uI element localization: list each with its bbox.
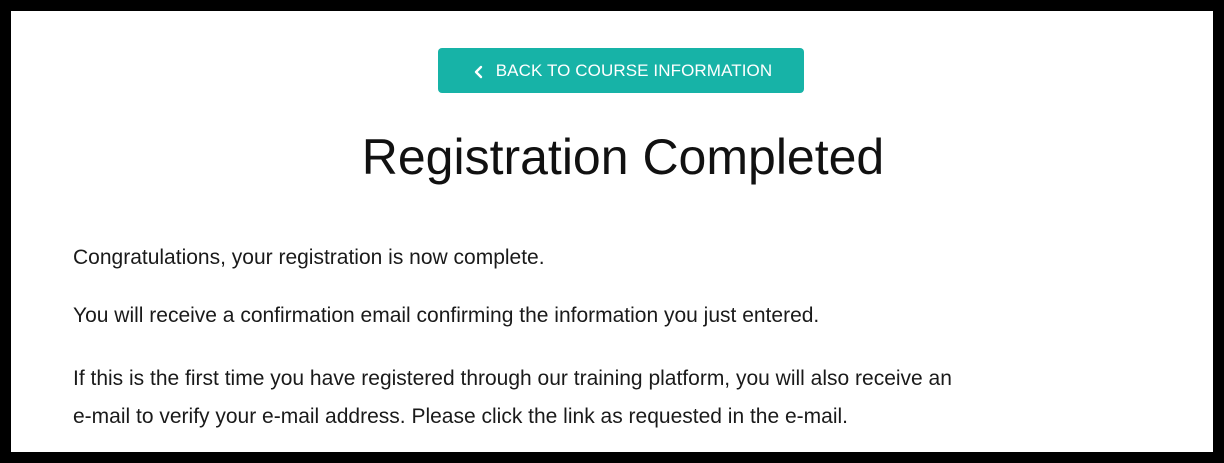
back-button-label: BACK TO COURSE INFORMATION [495,60,773,80]
verify-email-text: If this is the first time you have regis… [73,360,952,436]
congratulations-text: Congratulations, your registration is no… [73,246,545,269]
confirmation-email-text: You will receive a confirmation email co… [73,304,820,327]
page-title: Registration Completed [361,129,885,185]
page-frame: BACK TO COURSE INFORMATION Registration … [0,0,1224,463]
chevron-left-icon [470,64,488,78]
back-to-course-information-button[interactable]: BACK TO COURSE INFORMATION [438,48,804,93]
verify-email-text-line-2: e-mail to verify your e-mail address. Pl… [73,405,848,428]
verify-email-text-line-1: If this is the first time you have regis… [73,367,952,390]
